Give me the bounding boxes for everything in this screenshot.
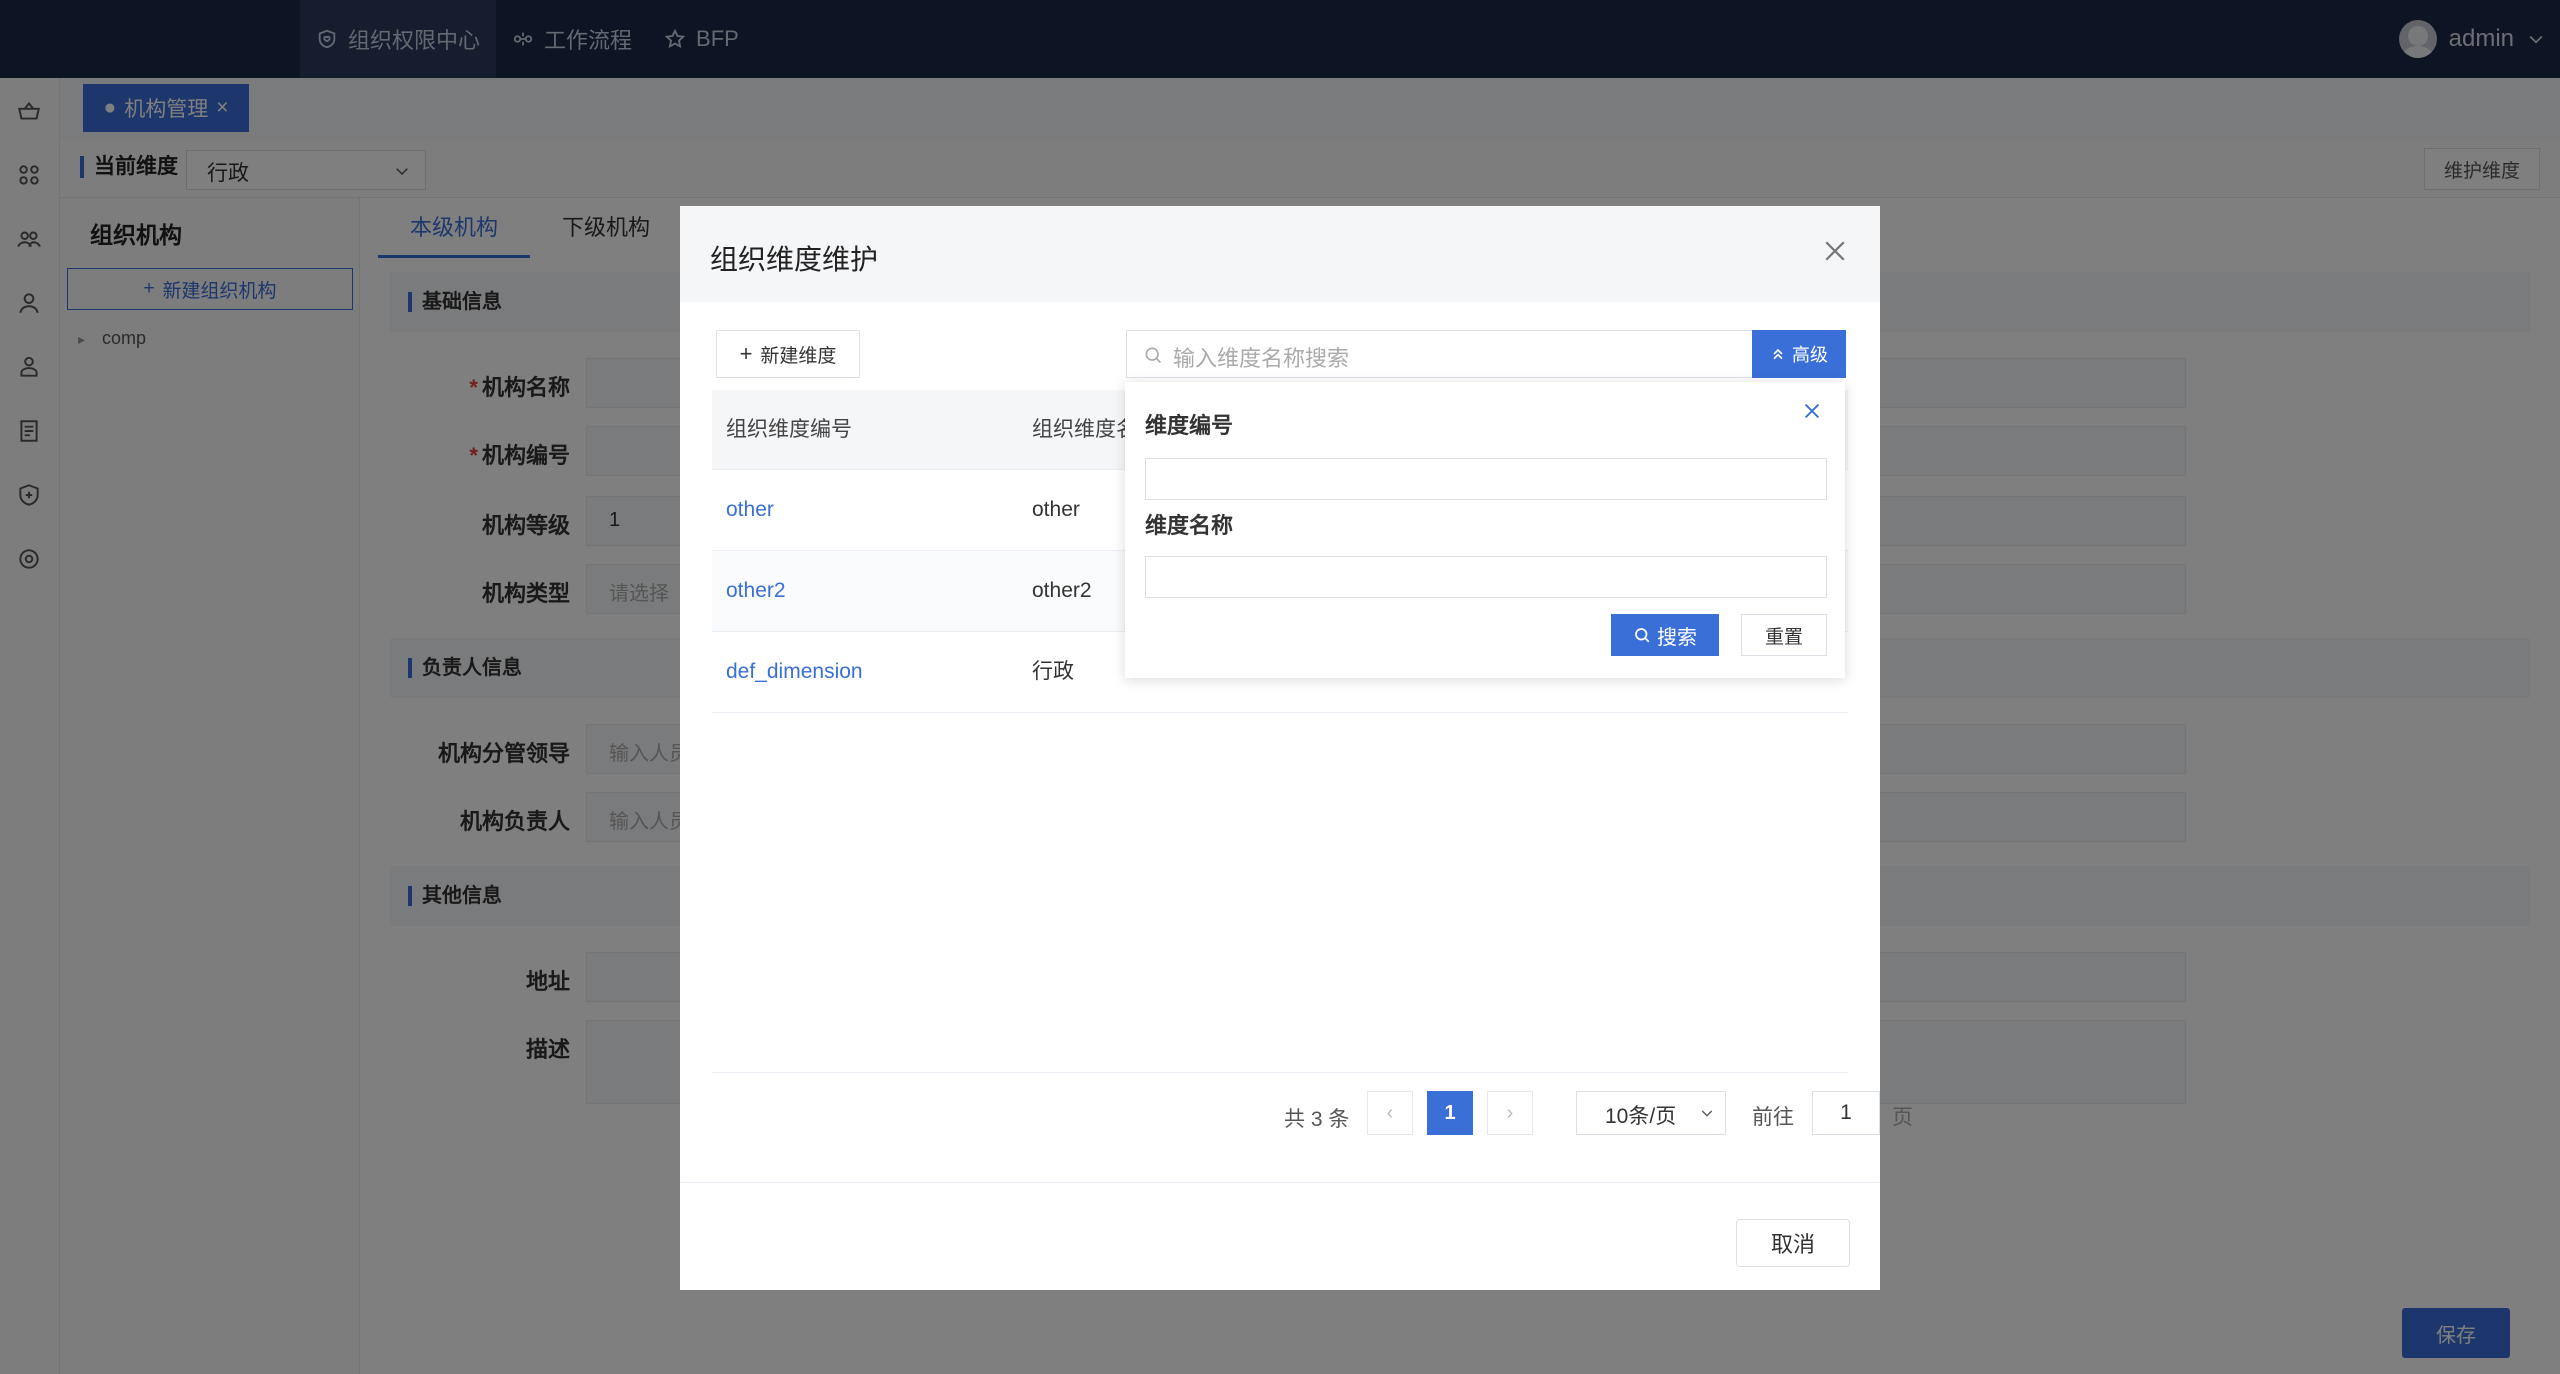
advanced-search-button[interactable]: 高级 [1752,330,1846,378]
advanced-search-submit[interactable]: 搜索 [1611,614,1719,656]
dimension-code-link[interactable]: def_dimension [726,632,863,712]
page-unit-label: 页 [1892,1106,1913,1129]
advanced-reset-button[interactable]: 重置 [1741,614,1827,656]
dimension-name-cell: 行政 [1032,660,1074,683]
dimension-name-cell: other2 [1032,579,1092,602]
advanced-code-input[interactable] [1145,458,1827,500]
chevron-down-icon [1701,1110,1713,1117]
search-icon [1635,628,1650,643]
pagination-total: 共 3 条 [1284,1108,1350,1131]
advanced-name-input[interactable] [1145,556,1827,598]
chevron-double-up-icon [1773,348,1783,360]
close-icon[interactable] [1801,400,1823,422]
goto-label: 前往 [1752,1106,1794,1129]
dimension-code-link[interactable]: other2 [726,551,786,631]
advanced-code-label: 维度编号 [1145,413,1234,438]
page-size-value: 10条/页 [1605,1105,1677,1128]
pagination: 共 3 条 ‹ 1 › 10条/页 前往 1 页 [712,1072,1913,1135]
dimension-name-cell: other [1032,498,1080,521]
column-header-code: 组织维度编号 [726,418,852,441]
advanced-label: 高级 [1792,345,1828,365]
new-dimension-button[interactable]: + 新建维度 [716,330,860,378]
next-page-button[interactable]: › [1487,1091,1533,1135]
search-label: 搜索 [1657,626,1697,649]
page-number-current[interactable]: 1 [1427,1091,1473,1135]
advanced-name-label: 维度名称 [1145,513,1234,538]
search-icon [1145,347,1162,364]
page-size-select[interactable]: 10条/页 [1576,1091,1726,1135]
dimension-code-link[interactable]: other [726,470,774,550]
goto-page-input[interactable]: 1 [1812,1091,1880,1135]
prev-page-button[interactable]: ‹ [1367,1091,1413,1135]
advanced-search-panel: 维度编号 维度名称 搜索 重置 [1125,382,1845,678]
dimension-search-input[interactable]: 输入维度名称搜索 [1126,330,1756,378]
new-dimension-label: 新建维度 [760,345,837,367]
plus-icon: + [739,341,753,366]
chevron-left-icon: ‹ [1386,1101,1394,1124]
search-placeholder: 输入维度名称搜索 [1173,346,1350,371]
modal-footer: 取消 [680,1182,1880,1290]
modal-header: 组织维度维护 [680,206,1880,302]
dimension-modal: 组织维度维护 + 新建维度 输入维度名称搜索 高级 组织维度编号 组织维度名称 … [680,206,1913,1290]
chevron-right-icon: › [1506,1101,1514,1124]
cancel-button[interactable]: 取消 [1736,1219,1850,1267]
close-icon[interactable] [1820,236,1850,266]
modal-title: 组织维度维护 [710,244,879,275]
